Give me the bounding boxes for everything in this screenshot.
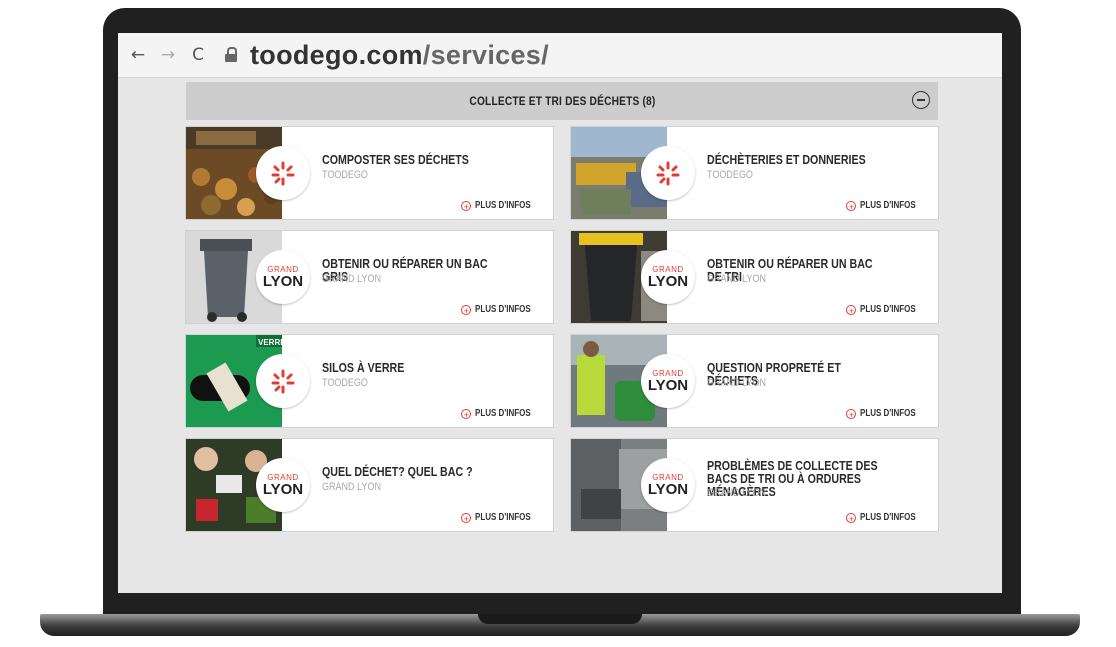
card-subtitle: GRAND LYON bbox=[707, 487, 766, 499]
plus-circle-icon: + bbox=[461, 512, 472, 524]
plus-circle-icon: + bbox=[846, 200, 857, 212]
card-title[interactable]: SILOS À VERRE bbox=[322, 361, 504, 374]
toodego-logo bbox=[641, 146, 695, 200]
lock-icon bbox=[224, 47, 238, 63]
more-info-link[interactable]: + PLUS D'INFOS bbox=[846, 408, 930, 420]
card-title[interactable]: COMPOSTER SES DÉCHETS bbox=[322, 153, 504, 166]
verre-label: VERRE bbox=[258, 338, 282, 347]
more-info-link[interactable]: + PLUS D'INFOS bbox=[846, 304, 930, 316]
laptop-notch bbox=[478, 614, 642, 624]
card-subtitle: TOODEGO bbox=[322, 377, 368, 389]
service-card-yellow-bin[interactable]: GRAND LYON OBTENIR OU RÉPARER UN BAC DE T… bbox=[571, 231, 938, 323]
more-info-link[interactable]: + PLUS D'INFOS bbox=[461, 304, 545, 316]
back-arrow-icon[interactable]: ← bbox=[128, 45, 148, 65]
laptop-screen: ← → C toodego.com/services/ COLLECTE ET … bbox=[118, 33, 1002, 593]
service-card-sorting[interactable]: GRAND LYON QUEL DÉCHET? QUEL BAC ? GRAND … bbox=[186, 439, 553, 531]
more-info-link[interactable]: + PLUS D'INFOS bbox=[846, 200, 930, 212]
card-subtitle: TOODEGO bbox=[707, 169, 753, 181]
forward-arrow-icon[interactable]: → bbox=[158, 45, 178, 65]
service-card-glass-silo[interactable]: VERRE SILOS À VERRE TOODEGO +PLUS D'INFO… bbox=[186, 335, 553, 427]
more-info-link[interactable]: + PLUS D'INFOS bbox=[461, 512, 545, 524]
reload-icon[interactable]: C bbox=[188, 45, 208, 65]
section-header[interactable]: COLLECTE ET TRI DES DÉCHETS (8) bbox=[186, 82, 938, 120]
service-card-collection-problems[interactable]: GRAND LYON PROBLÈMES DE COLLECTE DES BACS… bbox=[571, 439, 938, 531]
card-subtitle: TOODEGO bbox=[322, 169, 368, 181]
service-card-decheterie[interactable]: DÉCHÈTERIES ET DONNERIES TOODEGO + PLUS D… bbox=[571, 127, 938, 219]
plus-circle-icon: + bbox=[461, 200, 472, 212]
url-field[interactable]: toodego.com/services/ bbox=[250, 40, 549, 71]
card-subtitle: GRAND LYON bbox=[322, 273, 381, 285]
collapse-minus-icon[interactable] bbox=[912, 91, 930, 109]
card-title[interactable]: DÉCHÈTERIES ET DONNERIES bbox=[707, 153, 889, 166]
more-info-link[interactable]: + PLUS D'INFOS bbox=[461, 200, 545, 212]
service-card-street-cleaning[interactable]: GRAND LYON QUESTION PROPRETÉ ET DÉCHETS G… bbox=[571, 335, 938, 427]
card-title[interactable]: QUEL DÉCHET? QUEL BAC ? bbox=[322, 465, 504, 478]
card-subtitle: GRAND LYON bbox=[707, 377, 766, 389]
more-info-link[interactable]: + PLUS D'INFOS bbox=[461, 408, 545, 420]
card-subtitle: GRAND LYON bbox=[707, 273, 766, 285]
service-card-compost[interactable]: COMPOSTER SES DÉCHETS TOODEGO + PLUS D'IN… bbox=[186, 127, 553, 219]
url-path: /services/ bbox=[422, 39, 549, 70]
more-info-link[interactable]: + PLUS D'INFOS bbox=[846, 512, 930, 524]
plus-circle-icon: + bbox=[846, 304, 857, 316]
plus-circle-icon: + bbox=[461, 304, 472, 316]
service-card-grey-bin[interactable]: GRAND LYON OBTENIR OU RÉPARER UN BAC GRIS… bbox=[186, 231, 553, 323]
grand-lyon-logo: GRAND LYON bbox=[641, 354, 695, 408]
grand-lyon-logo: GRAND LYON bbox=[256, 250, 310, 304]
services-content: COLLECTE ET TRI DES DÉCHETS (8) COMPOSTE… bbox=[186, 82, 938, 542]
toodego-logo bbox=[256, 146, 310, 200]
url-domain: toodego.com bbox=[250, 39, 423, 70]
grand-lyon-logo: GRAND LYON bbox=[641, 250, 695, 304]
plus-circle-icon: + bbox=[461, 408, 472, 420]
plus-circle-icon: + bbox=[846, 512, 857, 524]
plus-circle-icon: + bbox=[846, 408, 857, 420]
toodego-logo bbox=[256, 354, 310, 408]
card-subtitle: GRAND LYON bbox=[322, 481, 381, 493]
grand-lyon-logo: GRAND LYON bbox=[256, 458, 310, 512]
section-title: COLLECTE ET TRI DES DÉCHETS (8) bbox=[468, 94, 656, 108]
grand-lyon-logo: GRAND LYON bbox=[641, 458, 695, 512]
browser-address-bar: ← → C toodego.com/services/ bbox=[118, 33, 1002, 78]
